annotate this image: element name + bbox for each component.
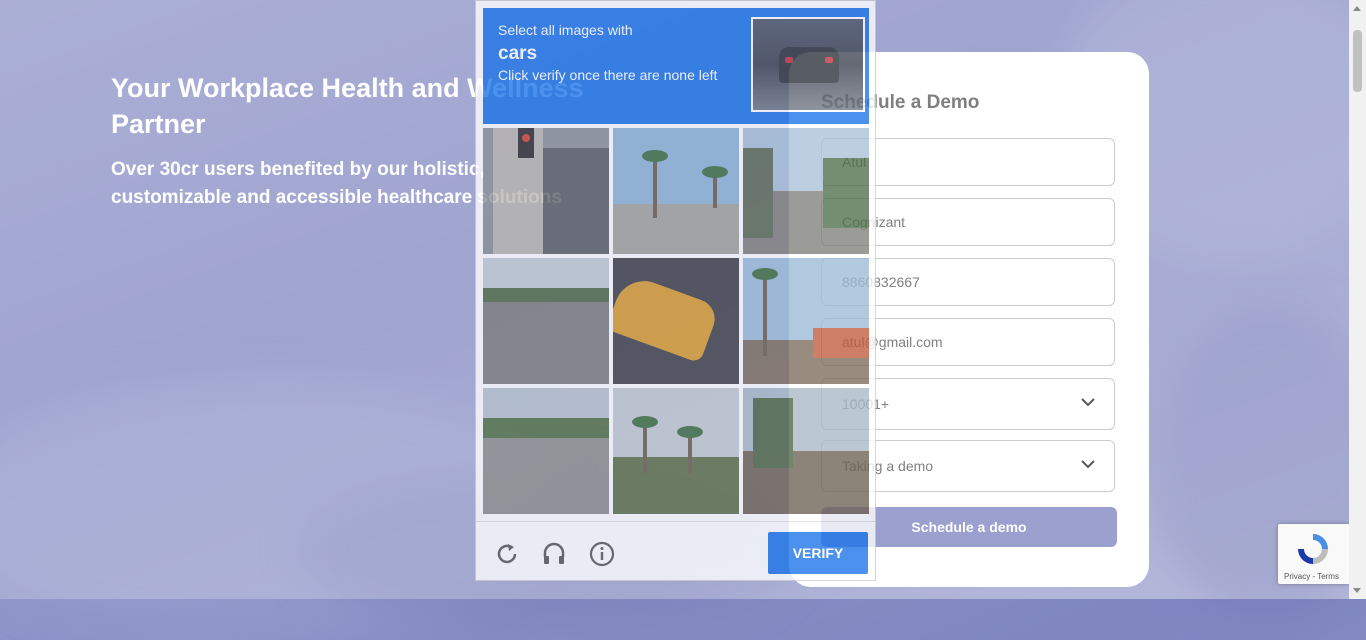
- reload-icon[interactable]: [494, 541, 520, 567]
- recaptcha-badge[interactable]: Privacy - Terms: [1278, 524, 1350, 584]
- captcha-tile[interactable]: [483, 258, 609, 384]
- verify-button[interactable]: VERIFY: [768, 532, 868, 574]
- captcha-tile[interactable]: [483, 128, 609, 254]
- scroll-down-arrow-icon[interactable]: [1353, 588, 1361, 593]
- captcha-tile[interactable]: [483, 388, 609, 514]
- scroll-up-arrow-icon[interactable]: [1353, 6, 1361, 11]
- info-icon[interactable]: [589, 541, 615, 567]
- captcha-tile[interactable]: [613, 388, 739, 514]
- captcha-challenge: Select all images with cars Click verify…: [475, 0, 876, 581]
- captcha-tile[interactable]: [743, 128, 869, 254]
- captcha-image-grid: [483, 128, 869, 516]
- captcha-tile[interactable]: [743, 388, 869, 514]
- captcha-tile[interactable]: [613, 258, 739, 384]
- captcha-tile[interactable]: [613, 128, 739, 254]
- captcha-tile[interactable]: [743, 258, 869, 384]
- scrollbar-thumb[interactable]: [1353, 30, 1362, 92]
- captcha-header: Select all images with cars Click verify…: [483, 8, 869, 124]
- recaptcha-privacy-terms[interactable]: Privacy - Terms: [1284, 572, 1339, 581]
- audio-icon[interactable]: [541, 541, 567, 567]
- captcha-divider: [476, 521, 875, 522]
- captcha-prompt: Select all images with: [498, 22, 633, 38]
- captcha-sample-image: [751, 17, 865, 112]
- captcha-instruction: Click verify once there are none left: [498, 67, 718, 83]
- captcha-target: cars: [498, 43, 538, 64]
- recaptcha-logo-icon: [1298, 534, 1328, 564]
- page-scrollbar[interactable]: [1349, 0, 1366, 599]
